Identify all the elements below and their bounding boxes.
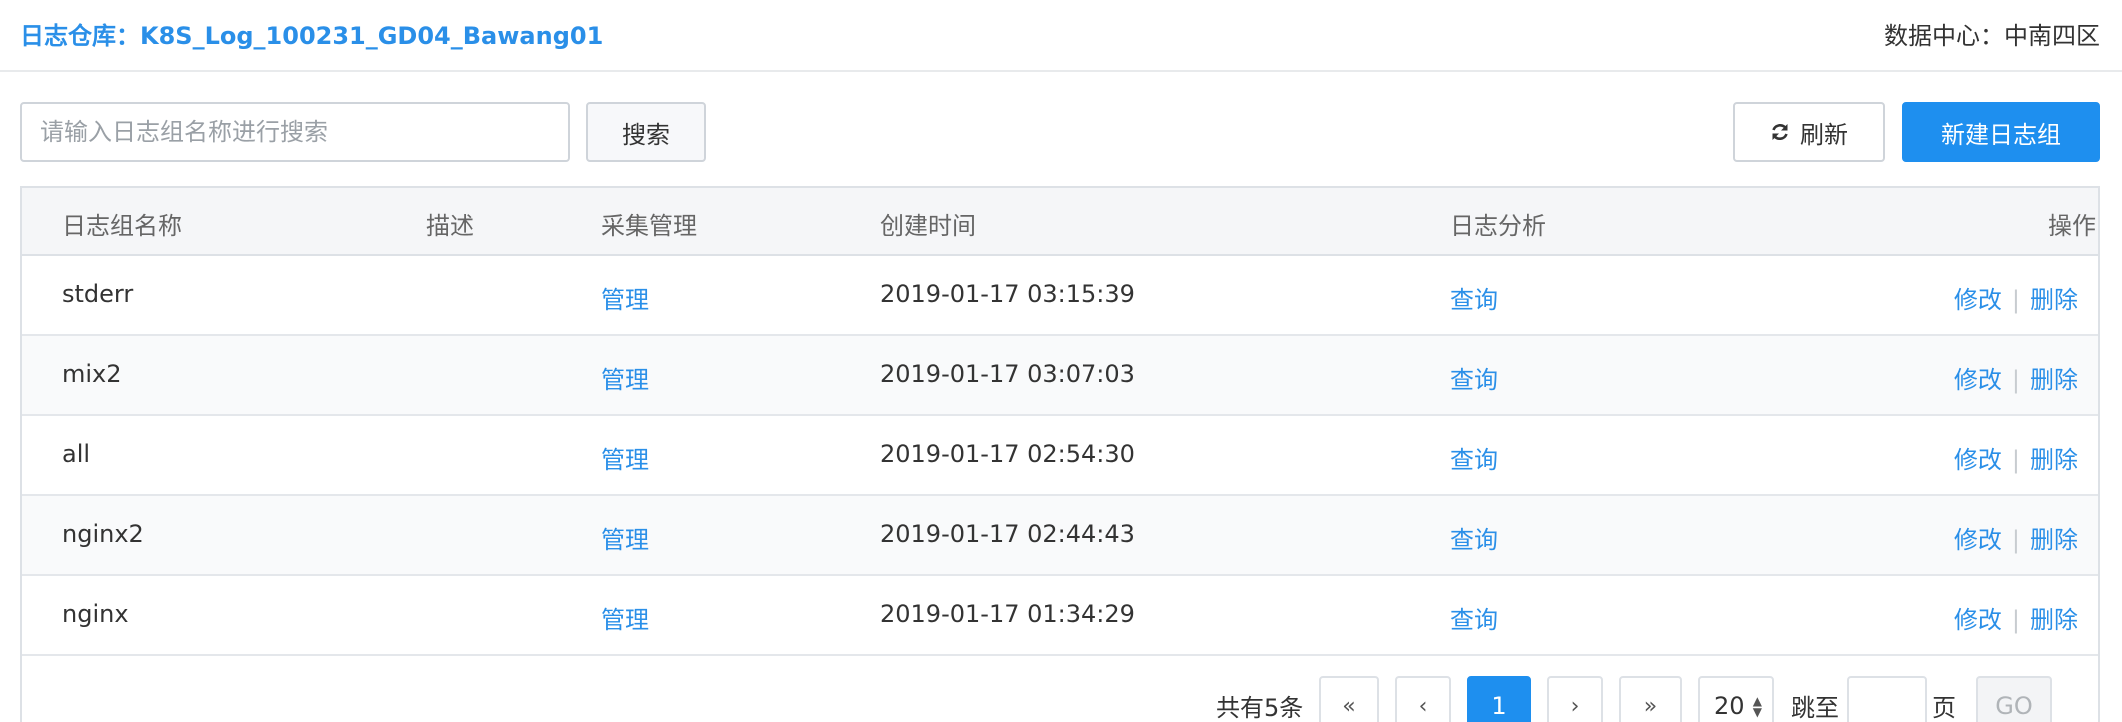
row-created: 2019-01-17 01:34:29 [880,600,1135,628]
new-log-group-button[interactable]: 新建日志组 [1902,102,2100,162]
action-separator: | [2011,526,2020,554]
column-header-desc: 描述 [426,212,474,240]
page-size-value: 20 [1714,692,1745,720]
edit-link[interactable]: 修改 [1954,366,2002,394]
action-separator: | [2011,606,2020,634]
column-header-name: 日志组名称 [62,212,182,240]
log-group-table: 日志组名称 描述 采集管理 创建时间 日志分析 操作 stderr 管理 201… [20,186,2100,722]
datacenter-label: 数据中心：中南四区 [1884,22,2100,50]
delete-link[interactable]: 删除 [2030,446,2078,474]
edit-link[interactable]: 修改 [1954,446,2002,474]
row-actions: 修改 | 删除 [1954,360,2078,395]
go-button[interactable]: GO [1976,676,2052,722]
action-separator: | [2011,286,2020,314]
delete-link[interactable]: 删除 [2030,606,2078,634]
refresh-icon [1770,122,1790,142]
collect-manage-link[interactable]: 管理 [601,440,649,475]
table-row: nginx 管理 2019-01-17 01:34:29 查询 修改 | 删除 [22,576,2098,656]
row-name: mix2 [62,360,122,388]
row-actions: 修改 | 删除 [1954,520,2078,555]
collect-manage-link[interactable]: 管理 [601,520,649,555]
new-log-group-label: 新建日志组 [1941,120,2061,149]
column-header-collect: 采集管理 [601,212,697,240]
query-link[interactable]: 查询 [1450,280,1498,315]
refresh-button[interactable]: 刷新 [1733,102,1885,162]
page-unit-label: 页 [1932,694,1956,722]
action-separator: | [2011,446,2020,474]
query-link[interactable]: 查询 [1450,360,1498,395]
row-name: stderr [62,280,134,308]
row-name: nginx [62,600,129,628]
top-bar: 日志仓库：K8S_Log_100231_GD04_Bawang01 数据中心：中… [0,0,2122,72]
search-button-label: 搜索 [622,120,670,149]
pagination: 共有5条 « ‹ 1 › » 20 ▲ ▼ 跳至 页 GO [0,676,2122,722]
query-link[interactable]: 查询 [1450,600,1498,635]
delete-link[interactable]: 删除 [2030,526,2078,554]
collect-manage-link[interactable]: 管理 [601,360,649,395]
row-created: 2019-01-17 03:07:03 [880,360,1135,388]
row-name: all [62,440,91,468]
delete-link[interactable]: 删除 [2030,366,2078,394]
page-size-select[interactable]: 20 ▲ ▼ [1698,676,1774,722]
next-page-button[interactable]: › [1547,676,1603,722]
query-link[interactable]: 查询 [1450,440,1498,475]
row-actions: 修改 | 删除 [1954,440,2078,475]
column-header-created: 创建时间 [880,212,976,240]
jump-label: 跳至 [1791,694,1839,722]
jump-page-input[interactable] [1847,676,1927,722]
table-header: 日志组名称 描述 采集管理 创建时间 日志分析 操作 [22,188,2098,256]
search-button[interactable]: 搜索 [586,102,706,162]
row-created: 2019-01-17 02:54:30 [880,440,1135,468]
edit-link[interactable]: 修改 [1954,526,2002,554]
page-1-button[interactable]: 1 [1467,676,1531,722]
table-row: stderr 管理 2019-01-17 03:15:39 查询 修改 | 删除 [22,256,2098,336]
edit-link[interactable]: 修改 [1954,606,2002,634]
table-row: mix2 管理 2019-01-17 03:07:03 查询 修改 | 删除 [22,336,2098,416]
repo-title: 日志仓库：K8S_Log_100231_GD04_Bawang01 [20,22,604,50]
select-arrows-icon: ▲ ▼ [1752,694,1762,719]
prev-page-button[interactable]: ‹ [1395,676,1451,722]
edit-link[interactable]: 修改 [1954,286,2002,314]
query-link[interactable]: 查询 [1450,520,1498,555]
delete-link[interactable]: 删除 [2030,286,2078,314]
collect-manage-link[interactable]: 管理 [601,280,649,315]
row-actions: 修改 | 删除 [1954,280,2078,315]
table-row: all 管理 2019-01-17 02:54:30 查询 修改 | 删除 [22,416,2098,496]
row-name: nginx2 [62,520,144,548]
table-row: nginx2 管理 2019-01-17 02:44:43 查询 修改 | 删除 [22,496,2098,576]
row-created: 2019-01-17 03:15:39 [880,280,1135,308]
action-separator: | [2011,366,2020,394]
search-input[interactable] [20,102,570,162]
pagination-total: 共有5条 [1216,694,1304,722]
refresh-button-label: 刷新 [1800,120,1848,149]
first-page-button[interactable]: « [1319,676,1379,722]
collect-manage-link[interactable]: 管理 [601,600,649,635]
column-header-actions: 操作 [2048,212,2096,240]
row-created: 2019-01-17 02:44:43 [880,520,1135,548]
row-actions: 修改 | 删除 [1954,600,2078,635]
last-page-button[interactable]: » [1619,676,1682,722]
column-header-analysis: 日志分析 [1450,212,1546,240]
